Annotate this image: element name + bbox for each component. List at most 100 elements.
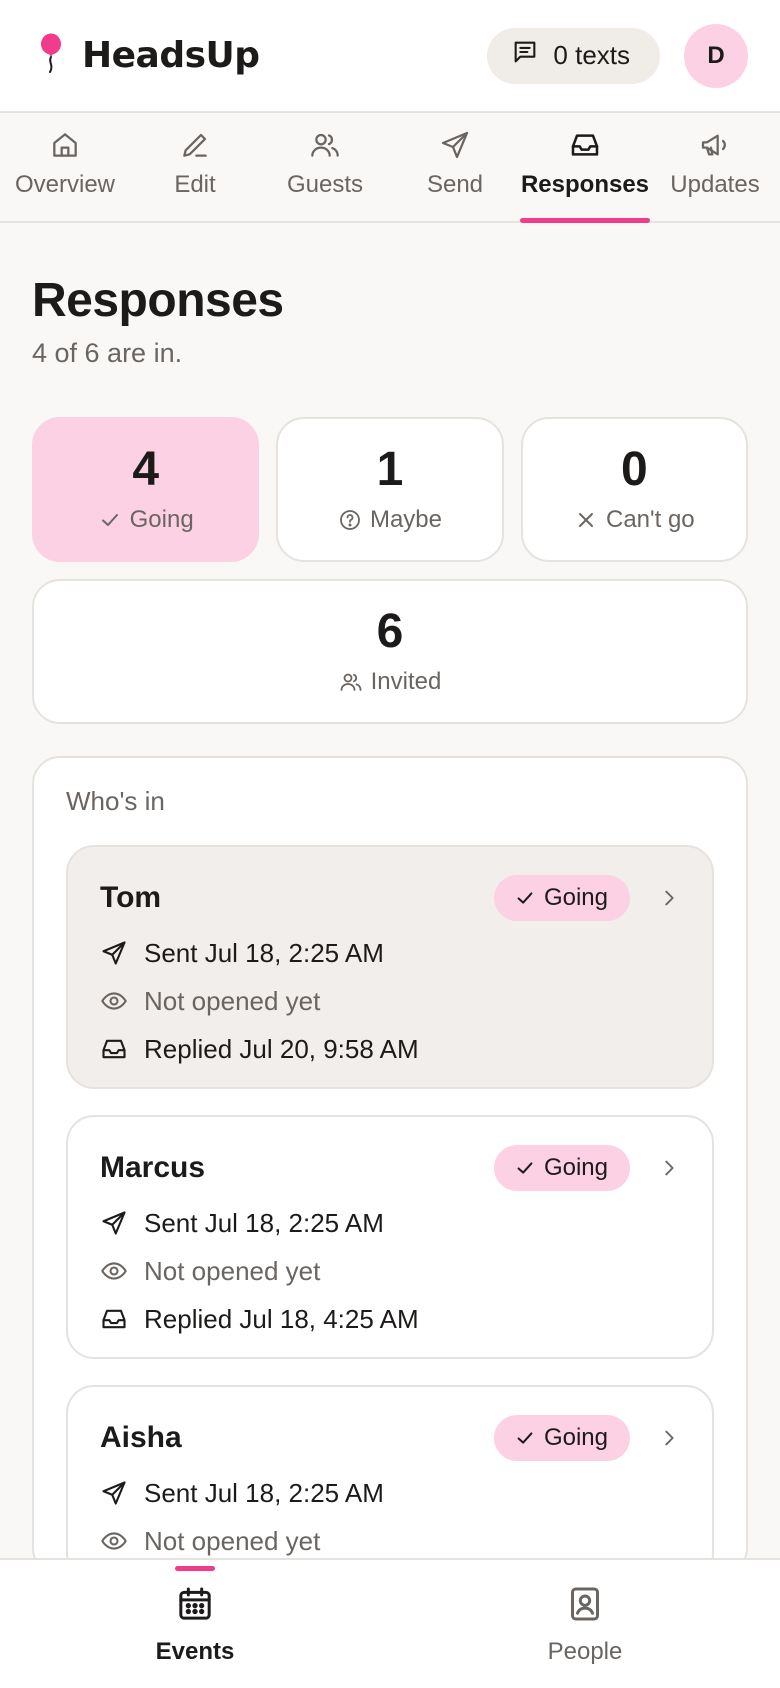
balloon-logo-icon — [38, 33, 64, 78]
status-badge-label: Going — [543, 1424, 608, 1451]
tab-responses-label: Responses — [520, 171, 650, 198]
tab-edit[interactable]: Edit — [130, 113, 260, 221]
users-icon — [311, 133, 339, 157]
guest-name: Marcus — [100, 1151, 206, 1184]
bottom-nav-events-label: Events — [155, 1638, 235, 1665]
app: HeadsUp 0 texts D Overview Edit Guests S… — [0, 0, 780, 1688]
x-icon — [579, 512, 593, 527]
sent-text: Sent Jul 18, 2:25 AM — [144, 937, 384, 968]
list-item[interactable]: Marcus Going Sent Jul 18, 2:25 AM Not op… — [66, 1115, 714, 1359]
inbox-icon — [571, 134, 599, 156]
stat-maybe-count: 1 — [376, 442, 404, 496]
tab-send-label: Send — [426, 171, 484, 198]
stat-going-count: 4 — [132, 442, 160, 496]
stats-row: 4 Going 1 Maybe 0 Can't go — [32, 417, 748, 562]
guest-name: Aisha — [100, 1421, 182, 1454]
tab-overview[interactable]: Overview — [0, 113, 130, 221]
tab-overview-label: Overview — [14, 171, 116, 198]
stat-invited[interactable]: 6 Invited — [32, 579, 748, 724]
tab-responses[interactable]: Responses — [520, 113, 650, 223]
sent-line: Sent Jul 18, 2:25 AM — [100, 1477, 680, 1509]
eye-icon — [101, 992, 127, 1010]
question-circle-icon — [340, 509, 360, 530]
tab-updates-label: Updates — [670, 171, 760, 198]
tab-guests-label: Guests — [286, 171, 364, 198]
sent-text: Sent Jul 18, 2:25 AM — [144, 1477, 384, 1508]
event-tabs: Overview Edit Guests Send Responses Upda… — [0, 113, 780, 223]
bottom-nav: Events People — [0, 1558, 780, 1688]
check-icon — [517, 892, 533, 904]
avatar[interactable]: D — [684, 23, 748, 88]
users-icon — [340, 673, 362, 691]
responses-content: Responses 4 of 6 are in. 4 Going 1 Maybe… — [32, 223, 748, 1576]
page-subtitle: 4 of 6 are in. — [32, 338, 183, 368]
opened-text: Not opened yet — [144, 1525, 321, 1556]
send-icon — [102, 1481, 126, 1505]
sent-text: Sent Jul 18, 2:25 AM — [144, 1207, 384, 1238]
tab-send[interactable]: Send — [390, 113, 520, 221]
stat-going[interactable]: 4 Going — [32, 417, 260, 562]
status-badge-label: Going — [543, 884, 608, 911]
contact-book-icon — [571, 1587, 599, 1621]
check-icon — [101, 513, 118, 526]
eye-icon — [101, 1532, 127, 1550]
stat-invited-label: Invited — [370, 667, 442, 695]
sent-line: Sent Jul 18, 2:25 AM — [100, 1207, 680, 1239]
replied-line: Replied Jul 18, 4:25 AM — [100, 1303, 680, 1335]
texts-count-label: 0 texts — [553, 40, 630, 70]
send-icon — [102, 941, 126, 965]
chevron-right-icon[interactable] — [658, 887, 680, 909]
stat-going-label: Going — [129, 505, 194, 533]
replied-line: Replied Jul 20, 9:58 AM — [100, 1033, 680, 1065]
bottom-nav-people[interactable]: People — [390, 1560, 780, 1688]
status-badge-label: Going — [543, 1154, 608, 1181]
sent-line: Sent Jul 18, 2:25 AM — [100, 937, 680, 969]
opened-line: Not opened yet — [100, 1525, 680, 1557]
status-badge: Going — [493, 1415, 630, 1461]
chevron-right-icon[interactable] — [658, 1427, 680, 1449]
stat-maybe[interactable]: 1 Maybe — [276, 417, 504, 562]
home-icon — [53, 133, 77, 157]
page-title: Responses — [32, 274, 284, 327]
stat-cant-go[interactable]: 0 Can't go — [520, 417, 748, 562]
list-item[interactable]: Tom Going Sent Jul 18, 2:25 AM Not opene… — [66, 845, 714, 1089]
status-badge: Going — [493, 1145, 630, 1191]
inbox-icon — [102, 1039, 126, 1059]
header-actions: 0 texts D — [487, 23, 748, 88]
whos-in-card: Who's in Tom Going Sent Jul 18, 2:25 AM … — [32, 756, 748, 1576]
eye-icon — [101, 1262, 127, 1280]
replied-text: Replied Jul 18, 4:25 AM — [144, 1303, 419, 1334]
tab-updates[interactable]: Updates — [650, 113, 780, 221]
send-icon — [102, 1211, 126, 1235]
check-icon — [517, 1432, 533, 1444]
texts-count-button[interactable]: 0 texts — [487, 27, 660, 84]
list-item[interactable]: Aisha Going Sent Jul 18, 2:25 AM Not ope… — [66, 1385, 714, 1574]
tab-guests[interactable]: Guests — [260, 113, 390, 221]
status-badge: Going — [493, 875, 630, 921]
stat-cant-go-label: Can't go — [606, 505, 695, 533]
calendar-icon — [179, 1587, 211, 1620]
message-icon — [511, 38, 539, 73]
replied-text: Replied Jul 20, 9:58 AM — [144, 1033, 419, 1064]
chevron-right-icon[interactable] — [658, 1157, 680, 1179]
bottom-nav-people-label: People — [547, 1638, 623, 1665]
send-icon — [441, 131, 469, 159]
opened-text: Not opened yet — [144, 1255, 321, 1286]
pencil-icon — [183, 133, 207, 157]
brand-name: HeadsUp — [82, 35, 260, 76]
inbox-icon — [102, 1309, 126, 1329]
tab-edit-label: Edit — [174, 171, 216, 198]
megaphone-icon — [701, 134, 726, 156]
check-icon — [517, 1162, 533, 1174]
whos-in-title: Who's in — [66, 786, 165, 816]
stat-cant-go-count: 0 — [620, 442, 648, 496]
opened-line: Not opened yet — [100, 985, 680, 1017]
app-header: HeadsUp 0 texts D — [0, 0, 780, 113]
brand[interactable]: HeadsUp — [38, 33, 260, 78]
bottom-nav-events[interactable]: Events — [0, 1560, 390, 1688]
stat-maybe-label: Maybe — [369, 505, 443, 533]
guest-name: Tom — [100, 881, 162, 914]
opened-line: Not opened yet — [100, 1255, 680, 1287]
stat-invited-count: 6 — [376, 604, 404, 658]
opened-text: Not opened yet — [144, 985, 321, 1016]
